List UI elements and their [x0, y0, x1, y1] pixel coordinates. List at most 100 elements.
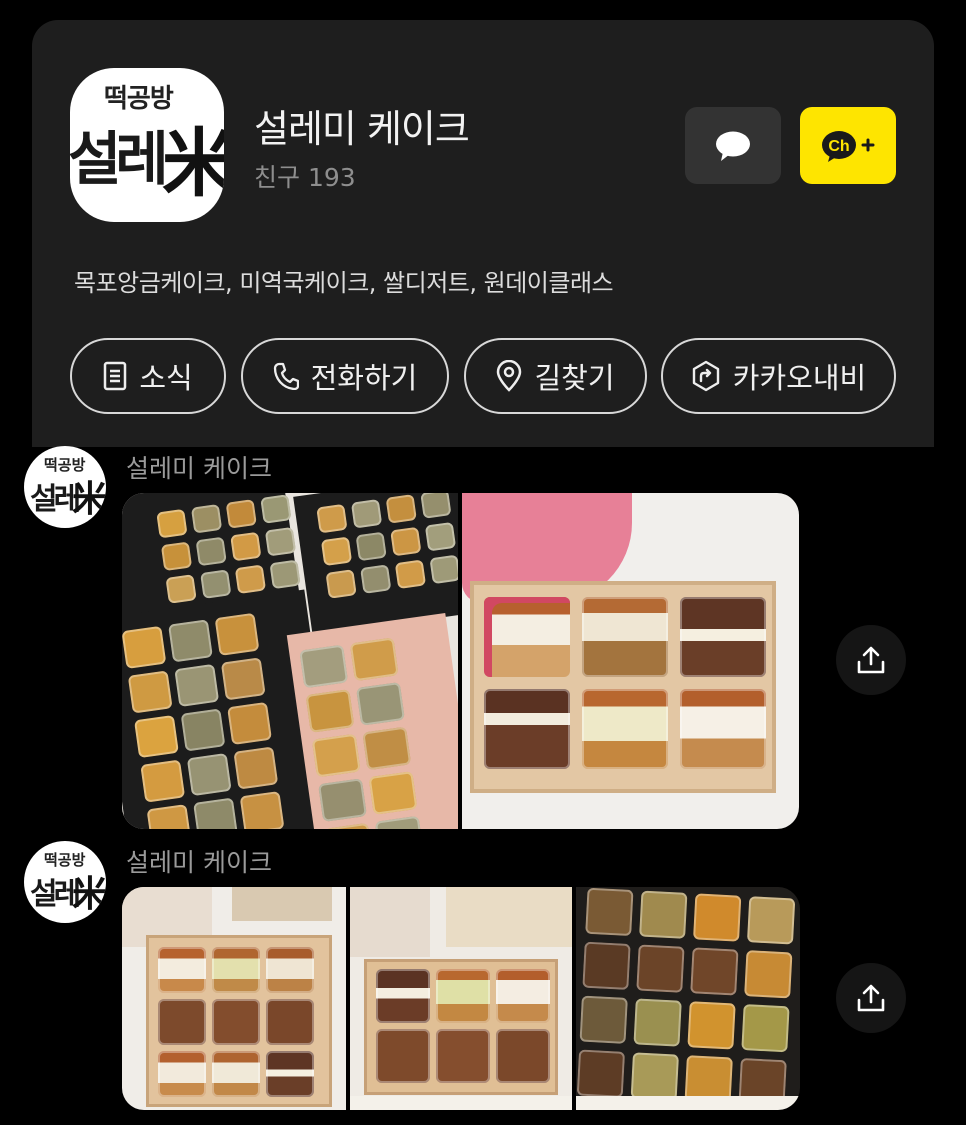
logo-main-text: 설레 — [70, 125, 169, 193]
pastry-tile — [160, 541, 193, 572]
pastry-tile — [582, 689, 668, 769]
post-photo-group[interactable] — [122, 493, 799, 829]
share-button[interactable] — [836, 625, 906, 695]
pastry-tile — [266, 999, 314, 1045]
news-button[interactable]: 소식 — [70, 338, 226, 414]
friends-count: 친구 193 — [254, 163, 356, 192]
directions-button[interactable]: 길찾기 — [464, 338, 647, 414]
pastry-tile — [394, 559, 427, 590]
pastry-tile — [195, 536, 227, 567]
pastry-tile — [158, 1051, 206, 1097]
pastry-tile — [582, 941, 631, 990]
pastry-tile — [168, 619, 213, 663]
pastry-tile — [234, 564, 267, 595]
pastry-tile — [311, 733, 361, 778]
pastry-tile — [239, 790, 285, 829]
pastry-tile — [233, 746, 279, 790]
avatar-rice-glyph: 米 — [72, 478, 106, 520]
pastry-tile — [429, 554, 458, 585]
pastry-grid — [376, 969, 550, 1083]
pastry-tile — [227, 701, 272, 746]
pastry-tile — [633, 998, 682, 1047]
avatar-main-text: 설레 — [30, 482, 81, 517]
pastry-tile — [220, 657, 266, 701]
channel-name: 설레미 케이크 — [254, 107, 470, 151]
post-photo-group[interactable] — [122, 887, 800, 1110]
call-label: 전화하기 — [310, 361, 418, 395]
pastry-grid — [158, 947, 314, 1097]
pastry-tile — [299, 644, 349, 689]
pastry-tile — [350, 498, 383, 529]
pastry-tile — [636, 944, 685, 993]
pastry-tile — [212, 947, 260, 993]
pastry-tile — [693, 893, 742, 942]
photo-tag-card — [446, 887, 572, 947]
pastry-tile — [190, 503, 223, 534]
channel-description: 목포앙금케이크, 미역국케이크, 쌀디저트, 원데이클래스 — [74, 269, 614, 297]
photo-caption-strip — [576, 1096, 800, 1110]
pastry-tile — [576, 1049, 626, 1098]
pastry-tile — [680, 597, 766, 677]
pastry-tile — [484, 689, 570, 769]
directions-label: 길찾기 — [534, 361, 615, 395]
svg-text:Ch: Ch — [828, 138, 849, 155]
channel-profile-card: 떡공방 설레 米 설레미 케이크 친구 193 Ch 목포앙금케이크, 미역국케… — [32, 20, 934, 447]
pastry-tile — [496, 969, 550, 1023]
channel-logo: 떡공방 설레 米 — [70, 68, 224, 222]
photo-card-shape — [232, 887, 332, 921]
pastry-tile — [687, 1001, 736, 1050]
post-author-name: 설레미 케이크 — [126, 848, 272, 877]
add-channel-button[interactable]: Ch — [800, 107, 896, 184]
phone-icon — [273, 362, 299, 390]
pastry-tile — [127, 670, 173, 714]
pastry-tile — [324, 822, 374, 829]
share-button[interactable] — [836, 963, 906, 1033]
pastry-tile — [424, 521, 457, 552]
post-author-avatar[interactable]: 떡공방 설레 米 — [24, 446, 106, 528]
pastry-tile — [639, 890, 688, 939]
pastry-tile — [579, 995, 628, 1044]
pastry-tile — [320, 536, 353, 567]
photo-caption-strip — [350, 1096, 572, 1110]
photo-card-shape — [350, 887, 430, 957]
pastry-tile — [305, 689, 355, 733]
pastry-tile — [212, 1051, 260, 1097]
post-photo[interactable] — [122, 887, 346, 1110]
chat-button[interactable] — [685, 107, 781, 184]
pastry-tile — [374, 815, 424, 829]
post-author-avatar[interactable]: 떡공방 설레 米 — [24, 841, 106, 923]
post-photo[interactable] — [350, 887, 572, 1110]
pastry-tile — [436, 1029, 490, 1083]
pastry-tile — [690, 947, 739, 996]
pastry-tile — [230, 531, 262, 562]
pastry-tile — [741, 1004, 790, 1053]
pastry-tile — [496, 1029, 550, 1083]
kakao-navi-label: 카카오내비 — [732, 361, 867, 395]
kakao-navi-button[interactable]: 카카오내비 — [661, 338, 896, 414]
post-photo[interactable] — [576, 887, 800, 1110]
pastry-tile — [744, 950, 793, 999]
news-label: 소식 — [139, 361, 193, 395]
call-button[interactable]: 전화하기 — [241, 338, 449, 414]
pastry-tile — [582, 597, 668, 677]
pastry-tile — [325, 569, 357, 599]
pastry-tile — [134, 714, 179, 759]
pastry-tile — [212, 999, 260, 1045]
pastry-tile — [630, 1052, 679, 1101]
avatar-main-text: 설레 — [30, 877, 81, 912]
pastry-tile — [260, 494, 292, 524]
speech-bubble-icon — [716, 131, 750, 161]
pastry-tile — [680, 689, 766, 769]
pastry-tile — [484, 597, 570, 677]
pastry-tile — [158, 947, 206, 993]
pastry-tile — [165, 574, 197, 604]
pastry-tile — [368, 771, 418, 815]
pastry-tile — [746, 896, 796, 945]
pastry-tile — [122, 625, 167, 670]
navi-icon — [692, 360, 719, 392]
pastry-tile — [200, 569, 232, 599]
post-photo[interactable] — [462, 493, 799, 829]
pastry-tile — [318, 778, 367, 822]
avatar-rice-glyph: 米 — [72, 873, 106, 915]
post-photo[interactable] — [122, 493, 458, 829]
